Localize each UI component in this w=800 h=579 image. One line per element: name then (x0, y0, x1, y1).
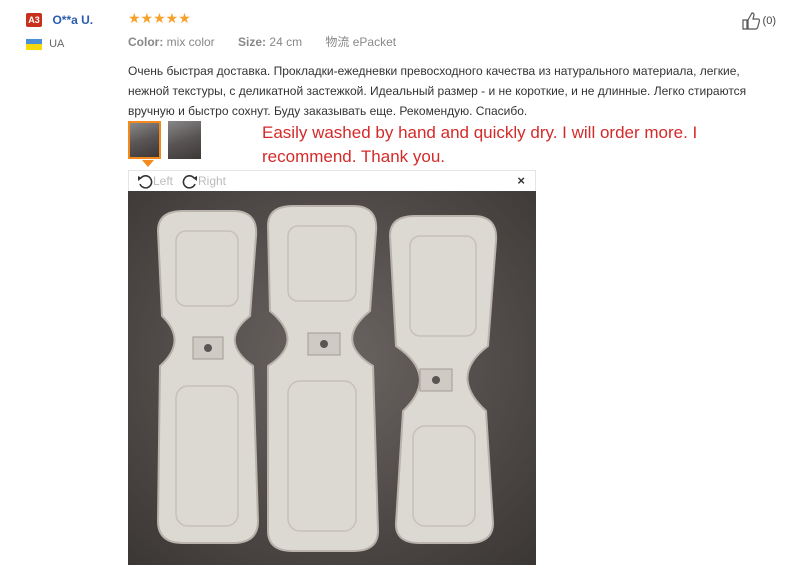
review-thumbnails (128, 121, 204, 164)
review-photo-thumbnail[interactable] (168, 121, 202, 159)
review-text: Очень быстрая доставка. Прокладки-ежедне… (128, 64, 747, 118)
close-viewer-button[interactable]: × (517, 173, 525, 188)
rotate-right-icon (182, 175, 197, 189)
size-value: 24 cm (269, 35, 303, 49)
review-photo (128, 191, 536, 565)
rotate-left-icon (138, 175, 153, 189)
photo-viewer: Left Right × (128, 170, 536, 565)
review-translation: Easily washed by hand and quickly dry. I… (262, 123, 698, 166)
reviewer-country: UA (26, 38, 64, 50)
reviewer: A3 O**a U. (26, 11, 93, 29)
thumbs-up-icon (741, 12, 760, 30)
color-label: Color: (128, 35, 164, 49)
active-thumbnail-pointer (142, 160, 154, 167)
shipping-method: 物流 ePacket (325, 35, 397, 49)
country-code: UA (49, 38, 65, 50)
rotate-left-label: Left (153, 174, 174, 188)
star-rating: ★★★★★ (128, 10, 191, 26)
viewer-toolbar: Left Right × (128, 170, 536, 191)
pads-photo (128, 191, 536, 565)
reviewer-name[interactable]: O**a U. (52, 13, 93, 27)
review-meta: Color: mix color Size: 24 cm 物流 ePacket (128, 33, 768, 50)
rotate-left-button[interactable]: Left (137, 173, 173, 189)
user-badge: A3 (26, 12, 42, 27)
rotate-right-label: Right (198, 174, 227, 188)
like-button[interactable]: (0) (741, 11, 776, 31)
rotate-right-button[interactable]: Right (182, 173, 226, 189)
color-value: mix color (166, 35, 215, 49)
review-photo-thumbnail[interactable] (128, 121, 161, 159)
like-count: (0) (762, 15, 776, 27)
size-label: Size: (238, 35, 267, 49)
ukraine-flag-icon (26, 38, 42, 50)
review-body: ★★★★★ Color: mix color Size: 24 cm 物流 eP… (128, 10, 768, 121)
